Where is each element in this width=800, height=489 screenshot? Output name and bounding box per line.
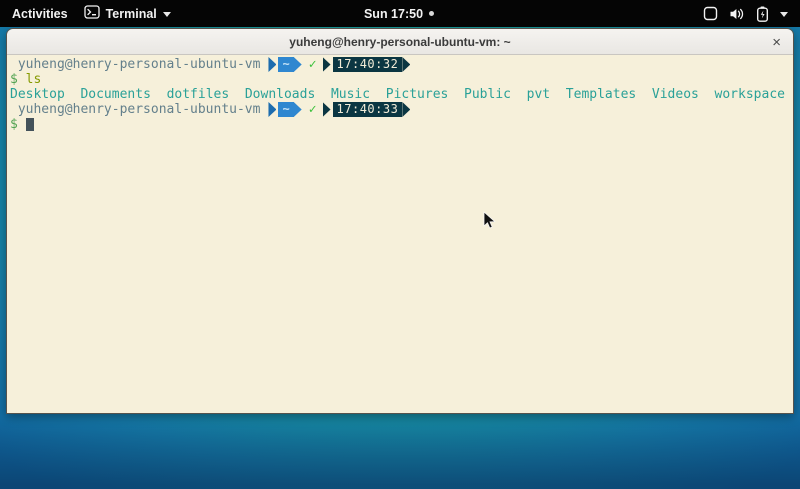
directory-entry: pvt — [527, 87, 550, 102]
prompt-user-host: yuheng@henry-personal-ubuntu-vm — [18, 102, 261, 117]
cwd-segment: ~ — [268, 57, 301, 72]
directory-entry: Pictures — [386, 87, 449, 102]
powerline-arrow-icon — [323, 102, 331, 117]
command-line: $ ls — [10, 72, 790, 87]
time-segment: 17:40:33 — [323, 102, 411, 117]
activities-button[interactable]: Activities — [10, 4, 70, 24]
clock-button[interactable]: Sun 17:50 — [364, 7, 434, 21]
directory-entry: Templates — [566, 87, 636, 102]
powerline-arrow-icon — [402, 57, 410, 72]
status-check-icon: ✓ — [309, 57, 317, 72]
terminal-window: yuheng@henry-personal-ubuntu-vm: ~ × yuh… — [6, 28, 794, 414]
powerline-arrow-icon — [402, 102, 410, 117]
text-cursor — [26, 118, 34, 131]
display-icon — [703, 6, 718, 21]
terminal-icon — [84, 5, 100, 22]
prompt-time: 17:40:32 — [333, 57, 403, 72]
powerline-arrow-icon — [323, 57, 331, 72]
prompt-char: $ — [10, 117, 18, 132]
app-menu-button[interactable]: Terminal — [84, 5, 171, 22]
prompt-time: 17:40:33 — [333, 102, 403, 117]
app-menu-label: Terminal — [106, 7, 157, 21]
directory-entry: workspace — [715, 87, 785, 102]
directory-entry: Desktop — [10, 87, 65, 102]
close-button[interactable]: × — [769, 29, 784, 55]
chevron-down-icon — [780, 12, 788, 17]
prompt-char: $ — [10, 72, 18, 87]
directory-entry: Videos — [652, 87, 699, 102]
status-check-icon: ✓ — [309, 102, 317, 117]
prompt-line-2: yuheng@henry-personal-ubuntu-vm ~ ✓ 17:4… — [10, 102, 790, 117]
volume-icon — [729, 7, 745, 21]
chevron-down-icon — [163, 12, 171, 17]
window-title: yuheng@henry-personal-ubuntu-vm: ~ — [289, 35, 510, 49]
directory-entry: Downloads — [245, 87, 315, 102]
window-titlebar[interactable]: yuheng@henry-personal-ubuntu-vm: ~ × — [7, 29, 793, 55]
directory-entry: Public — [464, 87, 511, 102]
prompt-line-1: yuheng@henry-personal-ubuntu-vm ~ ✓ 17:4… — [10, 57, 790, 72]
clock-label: Sun 17:50 — [364, 7, 423, 21]
ls-output-line: Desktop Documents dotfiles Downloads Mus… — [10, 87, 790, 102]
cwd-segment: ~ — [268, 102, 301, 117]
powerline-arrow-icon — [268, 57, 276, 72]
powerline-arrow-icon — [294, 102, 302, 117]
input-line[interactable]: $ — [10, 117, 790, 132]
typed-command: ls — [26, 72, 42, 87]
battery-charging-icon — [756, 6, 769, 22]
top-bar: Activities Terminal Sun 17:50 — [0, 0, 800, 27]
directory-entry: Music — [331, 87, 370, 102]
powerline-arrow-icon — [268, 102, 276, 117]
time-segment: 17:40:32 — [323, 57, 411, 72]
powerline-arrow-icon — [294, 57, 302, 72]
prompt-user-host: yuheng@henry-personal-ubuntu-vm — [18, 57, 261, 72]
directory-entry: dotfiles — [167, 87, 230, 102]
cwd-label: ~ — [278, 57, 293, 72]
cwd-label: ~ — [278, 102, 293, 117]
system-tray-button[interactable] — [434, 6, 800, 22]
terminal-content[interactable]: yuheng@henry-personal-ubuntu-vm ~ ✓ 17:4… — [7, 55, 793, 413]
directory-entry: Documents — [80, 87, 150, 102]
